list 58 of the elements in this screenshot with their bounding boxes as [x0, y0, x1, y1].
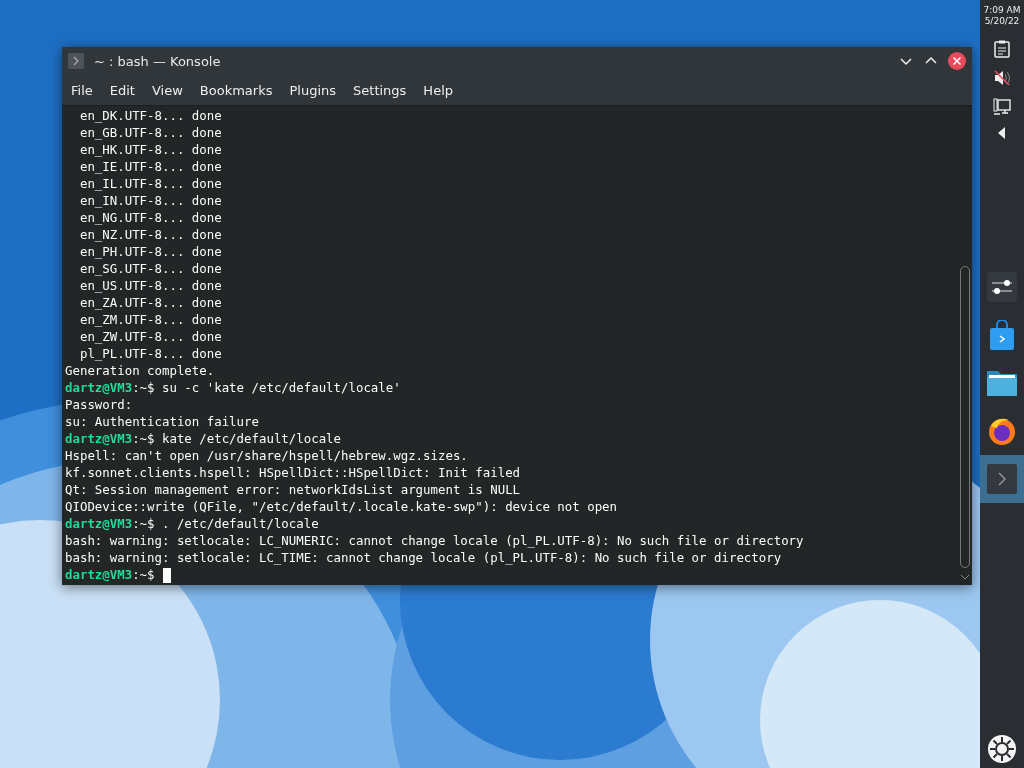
prompt-path: :~$ [132, 516, 155, 531]
clock-time[interactable]: 7:09 AM [983, 5, 1021, 16]
prompt-user: dartz@VM3 [65, 516, 133, 531]
prompt-path: :~$ [132, 431, 155, 446]
menu-item[interactable]: Edit [102, 82, 142, 98]
terminal-line: bash: warning: setlocale: LC_NUMERIC: cannot change locale (pl_PL.UTF-8): No such file or directory [65, 532, 805, 549]
clipboard-icon[interactable] [994, 40, 1010, 58]
prompt-user: dartz@VM3 [65, 380, 133, 395]
clock-date[interactable]: 5/20/22 [984, 16, 1020, 27]
terminal-line: en_SG.UTF-8... done [78, 260, 223, 277]
terminal-line: kf.sonnet.clients.hspell: HSpellDict::HSpellDict: Init failed [65, 464, 522, 481]
terminal-line: en_HK.UTF-8... done [78, 141, 223, 158]
prompt-user: dartz@VM3 [65, 567, 133, 582]
close-button[interactable] [948, 52, 966, 70]
terminal-line: en_US.UTF-8... done [78, 277, 223, 294]
fox-globe-icon [987, 416, 1017, 446]
terminal-line: en_ZM.UTF-8... done [78, 311, 223, 328]
menu-item[interactable]: Bookmarks [192, 82, 280, 98]
menu-item[interactable]: Help [416, 82, 460, 98]
terminal-command: su -c 'kate /etc/default/locale' [162, 380, 401, 395]
terminal-line: en_IE.UTF-8... done [78, 158, 223, 175]
terminal-line: pl_PL.UTF-8... done [78, 345, 223, 362]
terminal-icon [68, 53, 84, 69]
menu-item[interactable]: Plugins [282, 82, 344, 98]
terminal-line: Password: [65, 396, 134, 413]
terminal-line: QIODevice::write (QFile, "/etc/default/.locale.kate-swp"): device not open [65, 498, 619, 515]
terminal-line: en_ZW.UTF-8... done [78, 328, 223, 345]
terminal-line: en_GB.UTF-8... done [78, 124, 223, 141]
terminal-line: su: Authentication failure [65, 413, 260, 430]
terminal-line: Hspell: can't open /usr/share/hspell/hebrew.wgz.sizes. [65, 447, 469, 464]
terminal-command: kate /etc/default/locale [162, 431, 342, 446]
menu-item[interactable]: Settings [346, 82, 414, 98]
folder-icon [986, 369, 1018, 397]
network-monitor-icon[interactable] [993, 98, 1011, 116]
terminal-line: en_NZ.UTF-8... done [78, 226, 223, 243]
prompt-user: dartz@VM3 [65, 431, 133, 446]
terminal-command: . /etc/default/locale [162, 516, 319, 531]
terminal-line: en_DK.UTF-8... done [78, 107, 223, 124]
terminal-line: Generation complete. [65, 362, 216, 379]
prompt-path: :~$ [132, 380, 155, 395]
muted-speaker-icon[interactable] [993, 69, 1011, 87]
menu-item[interactable]: File [64, 82, 100, 98]
terminal-line: en_IN.UTF-8... done [78, 192, 223, 209]
gear-icon[interactable] [987, 734, 1017, 764]
terminal-line: bash: warning: setlocale: LC_TIME: cannot change locale (pl_PL.UTF-8): No such file or directory [65, 549, 783, 566]
terminal-line: en_PH.UTF-8... done [78, 243, 223, 260]
prompt-path: :~$ [132, 567, 155, 582]
scroll-down-icon[interactable] [960, 573, 970, 581]
terminal-icon [987, 464, 1017, 494]
terminal-line: en_IL.UTF-8... done [78, 175, 223, 192]
window-title: ~ : bash — Konsole [94, 53, 221, 69]
menu-item[interactable]: View [144, 82, 190, 98]
terminal-line: en_NG.UTF-8... done [78, 209, 223, 226]
sliders-icon [987, 272, 1017, 302]
caret-left-icon[interactable] [998, 127, 1006, 139]
terminal-line: Qt: Session management error: networkIdsList argument is NULL [65, 481, 522, 498]
terminal-line: en_ZA.UTF-8... done [78, 294, 223, 311]
shopping-bag-icon [988, 320, 1016, 350]
